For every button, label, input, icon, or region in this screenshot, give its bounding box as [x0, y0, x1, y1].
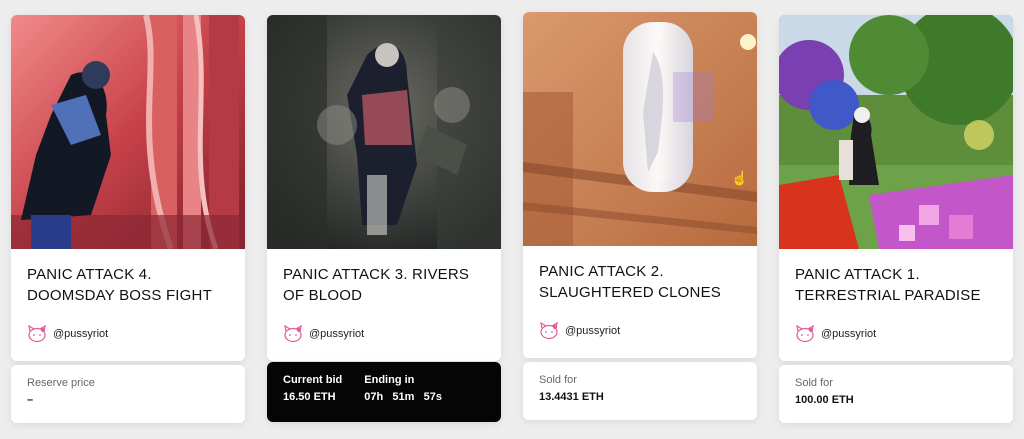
sold-for-label: Sold for [539, 374, 577, 386]
countdown-seconds: 57s [423, 391, 442, 403]
countdown-timer: 07h 51m 57s [364, 391, 442, 403]
current-bid-label: Current bid [283, 374, 343, 386]
sold-for-label: Sold for [795, 377, 833, 389]
creator-handle: @pussyriot [565, 325, 621, 337]
sold-price-panel: Sold for 13.4431 ETH [523, 362, 757, 420]
hello-kitty-avatar-icon [540, 322, 558, 340]
reserve-price-label: Reserve price [27, 377, 95, 389]
artwork-thumbnail[interactable] [11, 15, 245, 249]
nft-card-panic-attack-4[interactable]: PANIC ATTACK 4. DOOMSDAY BOSS FIGHT @pus… [11, 15, 245, 361]
artwork-thumbnail[interactable] [779, 15, 1013, 249]
sold-for-value: 100.00 ETH [795, 394, 854, 406]
artwork-title[interactable]: PANIC ATTACK 1. TERRESTRIAL PARADISE [795, 264, 997, 306]
artwork-title[interactable]: PANIC ATTACK 2. SLAUGHTERED CLONES [539, 261, 741, 303]
nft-card-panic-attack-3[interactable]: PANIC ATTACK 3. RIVERS OF BLOOD @pussyri… [267, 15, 501, 361]
mouse-cursor-icon: ☝ [731, 170, 749, 186]
creator-link[interactable]: @pussyriot [283, 325, 364, 343]
nft-card-panic-attack-1[interactable]: PANIC ATTACK 1. TERRESTRIAL PARADISE @pu… [779, 15, 1013, 361]
creator-handle: @pussyriot [821, 328, 877, 340]
reserve-price-value: – [27, 394, 34, 406]
creator-handle: @pussyriot [53, 328, 109, 340]
artwork-thumbnail[interactable] [267, 15, 501, 249]
ending-in-label: Ending in [364, 374, 415, 386]
creator-link[interactable]: @pussyriot [539, 322, 620, 340]
creator-link[interactable]: @pussyriot [27, 325, 108, 343]
hello-kitty-avatar-icon [28, 325, 46, 343]
current-bid-value: 16.50 ETH [283, 391, 336, 403]
auction-countdown: Ending in 07h 51m 57s [364, 374, 442, 403]
hello-kitty-avatar-icon [284, 325, 302, 343]
artwork-thumbnail[interactable]: ☝ [523, 12, 757, 246]
creator-link[interactable]: @pussyriot [795, 325, 876, 343]
hello-kitty-avatar-icon [796, 325, 814, 343]
sold-price-panel: Sold for 100.00 ETH [779, 365, 1013, 423]
auction-status-panel[interactable]: Current bid 16.50 ETH Ending in 07h 51m … [267, 362, 501, 422]
nft-card-panic-attack-2[interactable]: ☝ PANIC ATTACK 2. SLAUGHTERED CLONES @pu… [523, 12, 757, 358]
artwork-title[interactable]: PANIC ATTACK 3. RIVERS OF BLOOD [283, 264, 485, 306]
countdown-minutes: 51m [392, 391, 415, 403]
creator-handle: @pussyriot [309, 328, 365, 340]
artwork-title[interactable]: PANIC ATTACK 4. DOOMSDAY BOSS FIGHT [27, 264, 229, 306]
reserve-price-panel: Reserve price – [11, 365, 245, 423]
current-bid: Current bid 16.50 ETH [283, 374, 342, 403]
sold-for-value: 13.4431 ETH [539, 391, 604, 403]
countdown-hours: 07h [364, 391, 384, 403]
